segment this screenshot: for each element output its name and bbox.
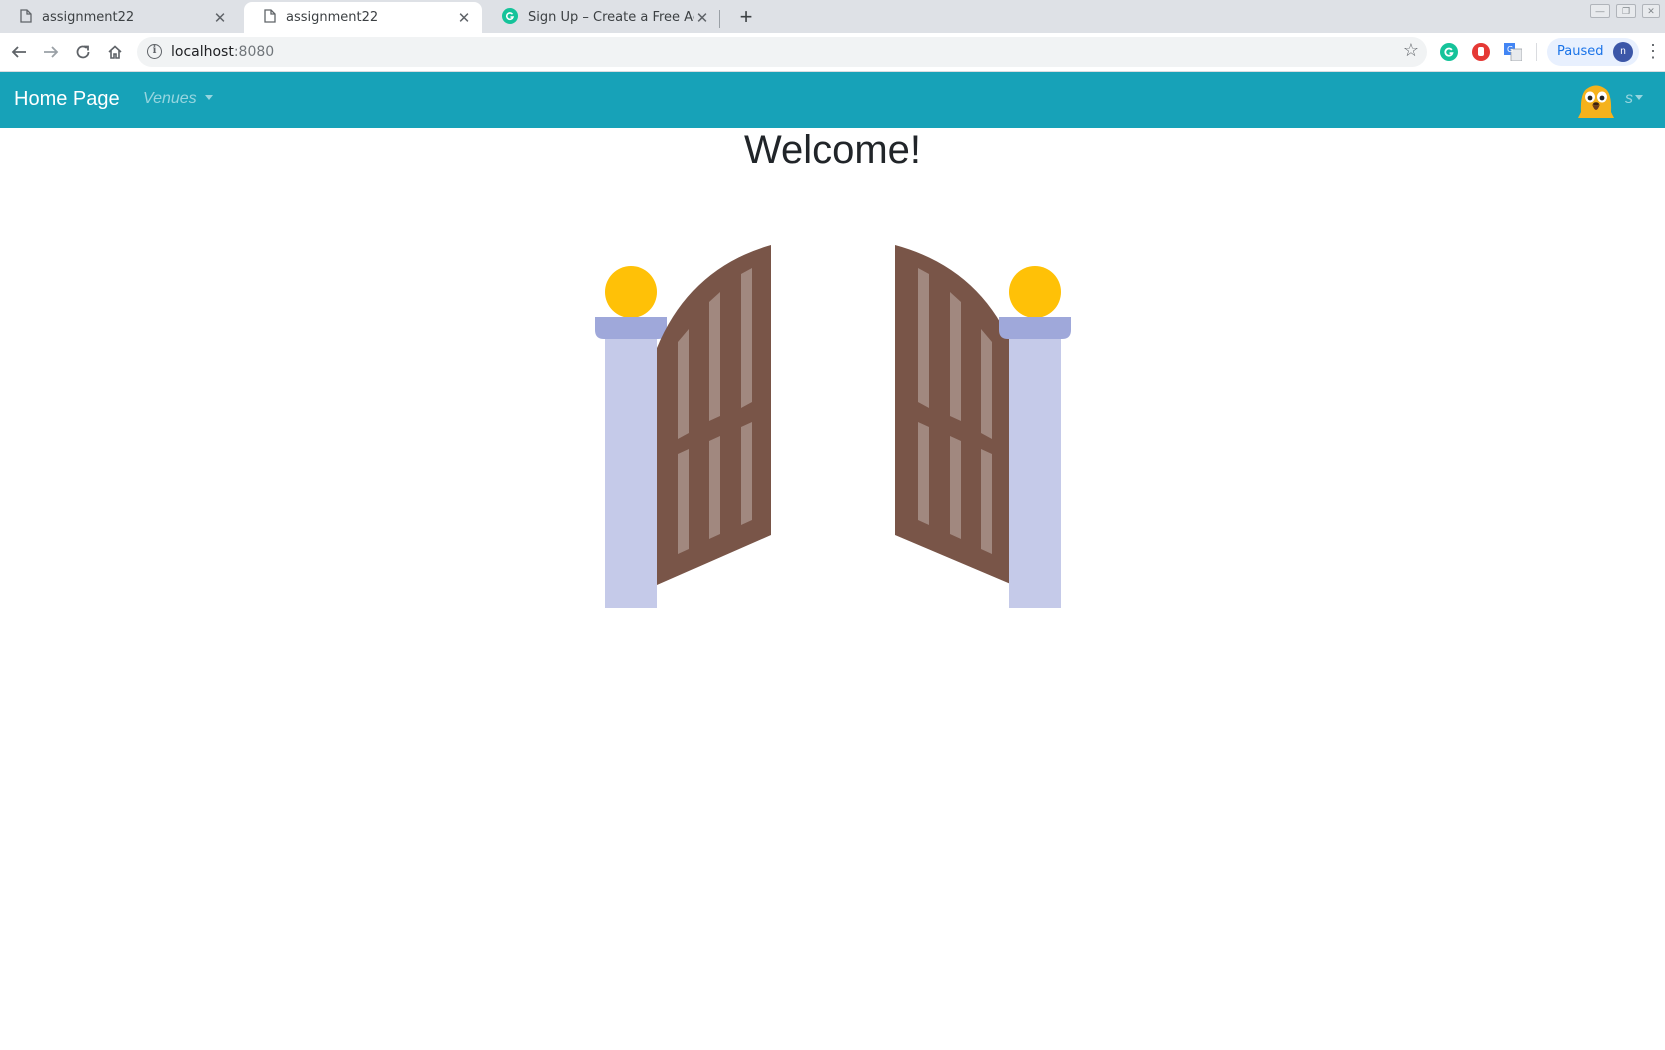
app-navbar: Home Page Venues s: [0, 72, 1665, 128]
profile-status: Paused: [1557, 44, 1604, 59]
translate-extension-icon[interactable]: G: [1504, 43, 1523, 62]
tab-title: assignment22: [286, 10, 379, 25]
browser-tab-1[interactable]: assignment22 ✕: [0, 2, 238, 33]
address-bar[interactable]: i localhost:8080 ☆: [137, 37, 1427, 67]
welcome-heading: Welcome!: [743, 128, 922, 172]
url-text: localhost:8080: [171, 44, 274, 60]
grammarly-extension-icon[interactable]: [1440, 43, 1458, 61]
tab-close-icon[interactable]: ✕: [694, 9, 710, 27]
venues-dropdown[interactable]: Venues: [143, 90, 213, 108]
user-label: s: [1625, 90, 1633, 107]
caret-down-icon: [1635, 95, 1643, 100]
toolbar-separator: [1536, 43, 1537, 61]
browser-tab-2[interactable]: assignment22 ✕: [244, 2, 482, 33]
tab-title: assignment22: [42, 10, 135, 25]
home-button[interactable]: [102, 39, 128, 65]
tab-close-icon[interactable]: ✕: [456, 9, 472, 27]
browser-menu-icon[interactable]: ⋮: [1644, 41, 1662, 61]
user-dropdown[interactable]: s: [1625, 90, 1643, 108]
venues-label: Venues: [143, 90, 197, 107]
tab-separator: [719, 10, 720, 28]
svg-text:G: G: [1507, 45, 1513, 54]
adblock-extension-icon[interactable]: [1472, 43, 1490, 61]
home-page-link[interactable]: Home Page: [14, 88, 120, 111]
profile-button[interactable]: Paused n: [1547, 38, 1639, 66]
reload-button[interactable]: [70, 39, 96, 65]
browser-tab-strip: assignment22 ✕ assignment22 ✕ Sign Up – …: [0, 0, 1665, 33]
close-window-button[interactable]: ✕: [1642, 4, 1660, 18]
page-icon: [264, 8, 276, 27]
tab-close-icon[interactable]: ✕: [212, 9, 228, 27]
profile-avatar: n: [1613, 42, 1633, 62]
new-tab-button[interactable]: +: [732, 4, 760, 32]
browser-toolbar: i localhost:8080 ☆ G Paused n ⋮: [0, 33, 1665, 72]
bookmark-star-icon[interactable]: ☆: [1403, 40, 1419, 61]
back-button[interactable]: [6, 39, 32, 65]
browser-tab-3[interactable]: Sign Up – Create a Free Account ✕: [482, 2, 720, 33]
tab-title: Sign Up – Create a Free Account: [528, 10, 694, 25]
grammarly-icon: [502, 7, 518, 28]
page-icon: [20, 8, 32, 27]
open-gate-icon: [590, 240, 1080, 615]
user-avatar[interactable]: [1578, 82, 1614, 118]
info-icon[interactable]: i: [147, 44, 162, 59]
url-port: :8080: [233, 44, 275, 60]
forward-button[interactable]: [38, 39, 64, 65]
url-host: localhost: [171, 44, 234, 60]
minimize-button[interactable]: —: [1590, 4, 1610, 18]
caret-down-icon: [204, 95, 213, 100]
maximize-button[interactable]: ❐: [1616, 4, 1636, 18]
